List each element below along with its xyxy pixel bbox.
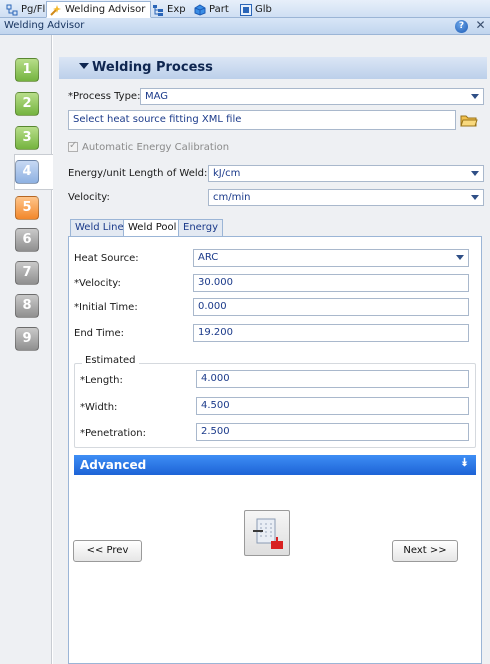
velocity-unit-value: cm/min [213, 192, 251, 203]
tab-label: Part [209, 4, 229, 15]
width-label: *Width: [80, 402, 118, 413]
heat-source-file-field[interactable]: Select heat source fitting XML file [68, 110, 456, 130]
collapse-chevron-icon [79, 63, 89, 69]
tab-label: Exp [167, 4, 186, 15]
energy-unit-value: kJ/cm [213, 168, 241, 179]
initial-time-label: *Initial Time: [74, 302, 138, 313]
step-9[interactable]: 9 [15, 327, 39, 351]
tab-weld-line[interactable]: Weld Line [70, 219, 129, 236]
energy-unit-label: Energy/unit Length of Weld: [68, 168, 208, 179]
step-7[interactable]: 7 [15, 261, 39, 285]
heat-source-select[interactable]: ARC [193, 249, 469, 267]
process-type-value: MAG [145, 91, 169, 102]
tab-welding-advisor[interactable]: Welding Advisor [46, 1, 152, 18]
process-type-select[interactable]: MAG [140, 88, 484, 105]
step-1[interactable]: 1 [15, 58, 39, 82]
heat-source-label: Heat Source: [74, 253, 139, 264]
process-type-label: *Process Type: [68, 91, 141, 102]
penetration-label: *Penetration: [80, 428, 147, 439]
length-value: 4.000 [201, 373, 230, 384]
end-time-label: End Time: [74, 328, 125, 339]
heat-source-file-placeholder: Select heat source fitting XML file [73, 114, 242, 125]
section-title: Welding Process [92, 60, 213, 75]
tab-energy[interactable]: Energy [178, 219, 224, 236]
tab-label: Pg/Fl [21, 4, 46, 15]
energy-unit-select[interactable]: kJ/cm [208, 165, 484, 182]
velocity-unit-label: Velocity: [68, 192, 110, 203]
penetration-value: 2.500 [201, 426, 230, 437]
step-3[interactable]: 3 [15, 126, 39, 150]
tab-exp[interactable]: Exp [148, 1, 192, 18]
explorer-tree-icon [152, 4, 164, 16]
length-input[interactable]: 4.000 [196, 370, 469, 388]
tab-bar: Pg/Fl Welding Advisor Exp Part Glb [0, 0, 490, 18]
open-folder-icon[interactable] [460, 112, 478, 128]
expand-double-chevron-icon: ⯯ [461, 456, 468, 469]
tab-weld-pool[interactable]: Weld Pool [123, 219, 182, 237]
advanced-section-toggle[interactable]: Advanced ⯯ [74, 455, 476, 475]
tab-glb[interactable]: Glb [236, 1, 278, 18]
initial-time-input[interactable]: 0.000 [193, 298, 469, 316]
width-input[interactable]: 4.500 [196, 397, 469, 415]
width-value: 4.500 [201, 400, 230, 411]
initial-time-value: 0.000 [198, 301, 227, 312]
tab-pg-fl[interactable]: Pg/Fl [2, 1, 51, 18]
welding-torch-icon [50, 4, 62, 16]
step-8[interactable]: 8 [15, 294, 39, 318]
end-time-value: 19.200 [198, 327, 233, 338]
step-5[interactable]: 5 [15, 196, 39, 220]
velocity-value: 30.000 [198, 277, 233, 288]
advisor-title: Welding Advisor [4, 20, 85, 31]
estimated-group-title: Estimated [82, 355, 139, 366]
chevron-down-icon [467, 190, 483, 205]
help-icon[interactable]: ? [455, 20, 468, 33]
step-2[interactable]: 2 [15, 92, 39, 116]
velocity-input[interactable]: 30.000 [193, 274, 469, 292]
advisor-title-bar: Welding Advisor ? ✕ [0, 18, 490, 35]
auto-calibration-label: Automatic Energy Calibration [82, 142, 230, 153]
chevron-down-icon [467, 166, 483, 181]
chevron-down-icon [467, 89, 483, 104]
close-icon[interactable]: ✕ [474, 19, 487, 32]
heat-source-value: ARC [198, 252, 219, 263]
prev-button[interactable]: << Prev [73, 540, 142, 562]
chevron-down-icon [452, 250, 468, 265]
page-tree-icon [6, 4, 18, 16]
next-button[interactable]: Next >> [392, 540, 458, 562]
weld-wizard-icon[interactable] [244, 510, 290, 556]
velocity-label: *Velocity: [74, 278, 121, 289]
section-header-welding-process[interactable]: Welding Process [59, 57, 487, 79]
penetration-input[interactable]: 2.500 [196, 423, 469, 441]
velocity-unit-select[interactable]: cm/min [208, 189, 484, 206]
step-6[interactable]: 6 [15, 228, 39, 252]
advanced-label: Advanced [80, 458, 147, 472]
global-icon [240, 3, 252, 16]
step-4[interactable]: 4 [15, 160, 39, 184]
tab-label: Welding Advisor [65, 4, 146, 15]
part-icon [194, 3, 206, 16]
length-label: *Length: [80, 375, 123, 386]
tab-label: Glb [255, 4, 272, 15]
tab-part[interactable]: Part [190, 1, 235, 18]
end-time-input[interactable]: 19.200 [193, 324, 469, 342]
auto-calibration-checkbox[interactable] [68, 140, 78, 152]
